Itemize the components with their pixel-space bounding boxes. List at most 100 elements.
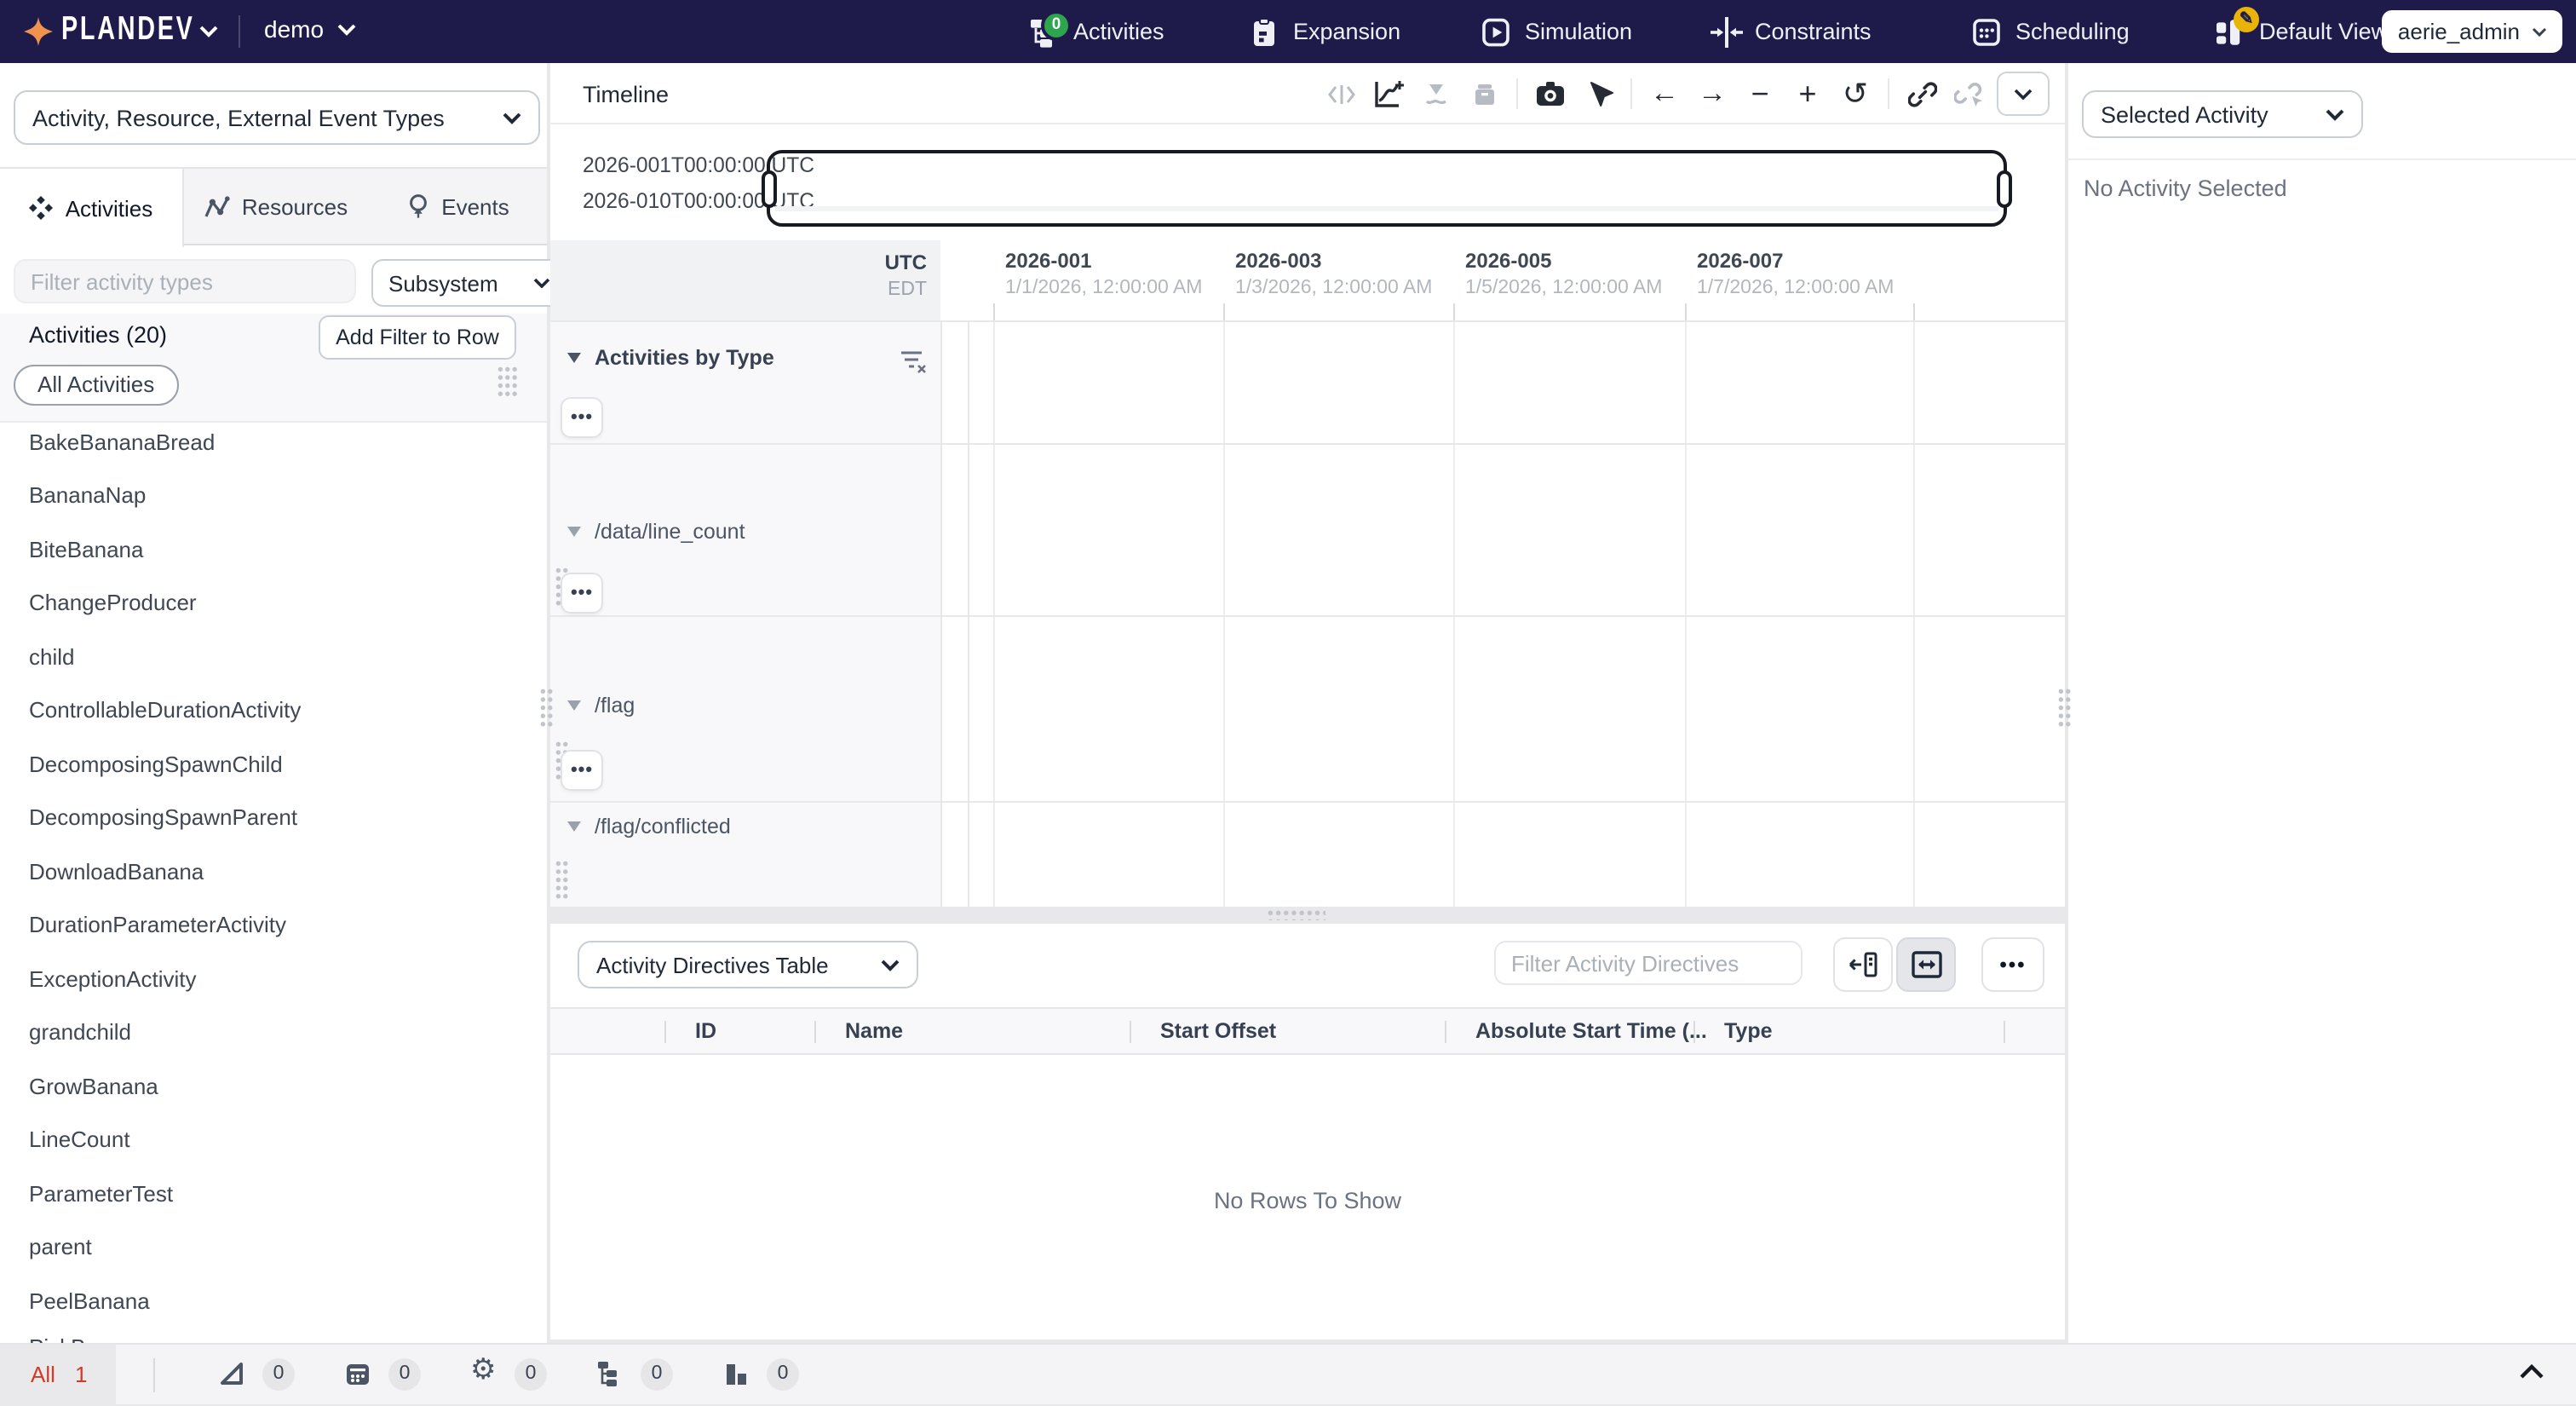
hierarchy-icon[interactable] xyxy=(596,1360,624,1387)
link-cursor-icon[interactable] xyxy=(1901,73,1942,114)
subsystem-dropdown[interactable]: Subsystem xyxy=(371,259,567,307)
row-drag-handle[interactable] xyxy=(555,861,569,902)
nav-scheduling[interactable]: Scheduling xyxy=(1971,0,2130,63)
activity-type-item[interactable]: GrowBanana xyxy=(29,1074,158,1099)
right-panel-resize-handle[interactable] xyxy=(2058,689,2072,729)
row-flag-conflicted[interactable]: /flag/conflicted xyxy=(567,815,731,838)
error-count-badge[interactable]: 0 xyxy=(388,1358,421,1391)
column-separator[interactable] xyxy=(1130,1021,1131,1043)
left-panel-resize-handle[interactable] xyxy=(540,689,554,729)
nav-default-view[interactable]: ✎ Default View xyxy=(2215,0,2388,63)
all-activities-chip[interactable]: All Activities xyxy=(14,365,179,406)
table-menu-button[interactable]: ••• xyxy=(1981,937,2044,992)
zoom-out-icon[interactable]: − xyxy=(1739,73,1780,114)
brush-handle-left[interactable] xyxy=(762,170,777,207)
activity-type-item[interactable]: ChangeProducer xyxy=(29,590,197,615)
activity-type-item[interactable]: ExceptionActivity xyxy=(29,966,197,992)
activity-type-item[interactable]: DecomposingSpawnParent xyxy=(29,804,297,830)
fit-columns-button[interactable] xyxy=(1896,937,1956,992)
marker-layer-icon[interactable] xyxy=(1416,73,1457,114)
reset-view-icon[interactable]: ↺ xyxy=(1835,73,1876,114)
row-filter-icon[interactable] xyxy=(900,349,927,373)
tab-activities[interactable]: Activities xyxy=(0,169,184,247)
activity-type-filter-input[interactable] xyxy=(14,259,356,303)
activity-type-item[interactable]: ParameterTest xyxy=(29,1181,173,1207)
column-header-absolute-start-time[interactable]: Absolute Start Time (... xyxy=(1475,1019,1707,1043)
activity-type-item[interactable]: BiteBanana xyxy=(29,537,143,562)
pan-right-icon[interactable]: → xyxy=(1692,73,1733,114)
toolbar-more-button[interactable] xyxy=(1997,72,2050,116)
add-chart-layer-icon[interactable] xyxy=(1368,73,1409,114)
activity-type-item[interactable]: child xyxy=(29,644,75,670)
collapse-triangle-icon[interactable] xyxy=(567,821,581,832)
activity-type-item[interactable]: grandchild xyxy=(29,1019,131,1045)
selected-activity-dropdown[interactable]: Selected Activity xyxy=(2082,90,2363,138)
archive-layer-icon[interactable] xyxy=(1463,73,1504,114)
code-view-icon[interactable] xyxy=(1320,73,1361,114)
brush-handle-right[interactable] xyxy=(1997,170,2012,207)
activity-type-item[interactable]: parent xyxy=(29,1234,92,1259)
row-data-line-count[interactable]: /data/line_count xyxy=(567,520,745,544)
user-menu[interactable]: aerie_admin xyxy=(2382,10,2562,53)
error-count-badge[interactable]: 0 xyxy=(262,1358,295,1391)
tab-resources[interactable]: Resources xyxy=(182,169,370,245)
all-errors-tab[interactable]: All 1 xyxy=(0,1345,116,1406)
activity-type-item[interactable]: DownloadBanana xyxy=(29,859,204,885)
column-header-start-offset[interactable]: Start Offset xyxy=(1160,1019,1276,1043)
nav-constraints[interactable]: Constraints xyxy=(1711,0,1872,63)
type-filter-dropdown[interactable]: Activity, Resource, External Event Types xyxy=(14,90,540,145)
activity-type-list: BakeBananaBread BananaNap BiteBanana Cha… xyxy=(0,423,547,1343)
row-menu-button[interactable]: ••• xyxy=(561,750,603,791)
directives-filter-input[interactable] xyxy=(1494,941,1803,985)
bar-chart-icon[interactable] xyxy=(722,1360,750,1387)
column-header-name[interactable]: Name xyxy=(845,1019,903,1043)
bottom-panel-resize-handle[interactable] xyxy=(1268,910,1325,920)
axis-tick-sublabel: 1/1/2026, 12:00:00 AM xyxy=(1005,278,1203,298)
gear-icon[interactable]: ⚙ xyxy=(470,1355,497,1384)
activity-type-item[interactable]: DurationParameterActivity xyxy=(29,912,286,937)
nav-simulation[interactable]: Simulation xyxy=(1481,0,1632,63)
row-menu-button[interactable]: ••• xyxy=(561,397,603,438)
activity-type-item[interactable]: LineCount xyxy=(29,1127,130,1152)
column-separator[interactable] xyxy=(664,1021,666,1043)
table-type-dropdown[interactable]: Activity Directives Table xyxy=(578,941,918,988)
column-header-id[interactable]: ID xyxy=(695,1019,716,1043)
row-flag[interactable]: /flag xyxy=(567,694,635,717)
add-filter-to-row-button[interactable]: Add Filter to Row xyxy=(319,315,516,360)
expand-console-button[interactable] xyxy=(2520,1363,2544,1379)
logo-chevron-down-icon[interactable] xyxy=(199,26,218,37)
screenshot-camera-icon[interactable] xyxy=(1530,73,1571,114)
activity-type-item[interactable]: PeelBanana xyxy=(29,1288,150,1314)
unlink-cursor-icon[interactable] xyxy=(1949,73,1990,114)
calendar-icon[interactable] xyxy=(344,1360,371,1387)
activity-type-item[interactable]: BananaNap xyxy=(29,482,146,508)
plan-menu[interactable]: demo xyxy=(264,15,356,43)
zoom-in-icon[interactable]: + xyxy=(1787,73,1828,114)
chip-drag-handle[interactable] xyxy=(497,366,518,399)
column-header-type[interactable]: Type xyxy=(1724,1019,1773,1043)
nav-activities[interactable]: 0 Activities xyxy=(1029,0,1164,63)
nav-expansion[interactable]: Expansion xyxy=(1249,0,1400,63)
pan-left-icon[interactable]: ← xyxy=(1644,73,1685,114)
activity-type-item[interactable]: PickBanana xyxy=(29,1334,147,1343)
activity-type-item[interactable]: BakeBananaBread xyxy=(29,429,215,455)
timeline-brush[interactable] xyxy=(762,150,2012,227)
error-count-badge[interactable]: 0 xyxy=(641,1358,673,1391)
add-filter-label: Add Filter to Row xyxy=(336,326,499,349)
column-separator[interactable] xyxy=(814,1021,816,1043)
column-separator[interactable] xyxy=(1445,1021,1446,1043)
collapse-columns-button[interactable] xyxy=(1833,937,1893,992)
row-menu-button[interactable]: ••• xyxy=(561,573,603,614)
activity-type-item[interactable]: ControllableDurationActivity xyxy=(29,697,301,723)
error-count-badge[interactable]: 0 xyxy=(515,1358,547,1391)
error-count-badge[interactable]: 0 xyxy=(767,1358,799,1391)
collapse-triangle-icon[interactable] xyxy=(567,353,581,363)
column-separator[interactable] xyxy=(2004,1021,2005,1043)
tab-events[interactable]: Events xyxy=(370,169,547,245)
activity-type-item[interactable]: DecomposingSpawnChild xyxy=(29,752,283,777)
row-activities-by-type[interactable]: Activities by Type xyxy=(567,346,774,370)
triangle-ruler-icon[interactable] xyxy=(218,1360,245,1387)
cursor-select-icon[interactable] xyxy=(1578,73,1619,114)
collapse-triangle-icon[interactable] xyxy=(567,527,581,537)
collapse-triangle-icon[interactable] xyxy=(567,700,581,711)
